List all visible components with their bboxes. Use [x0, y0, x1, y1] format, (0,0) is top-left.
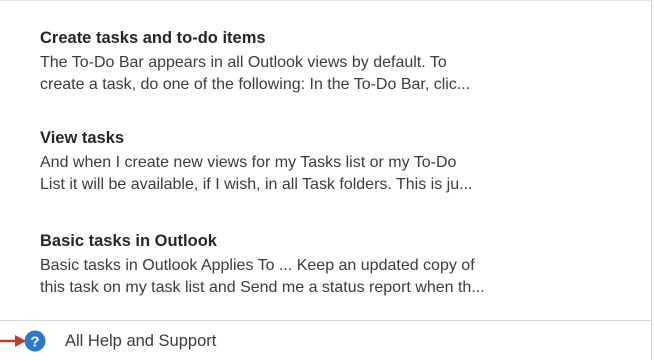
result-title[interactable]: View tasks	[40, 127, 620, 149]
result-title[interactable]: Basic tasks in Outlook	[40, 230, 620, 252]
result-snippet-line: The To-Do Bar appears in all Outlook vie…	[40, 54, 447, 71]
pointer-arrow-annotation	[0, 335, 26, 347]
all-help-and-support-label[interactable]: All Help and Support	[65, 330, 216, 352]
result-snippet-line: And when I create new views for my Tasks…	[40, 154, 457, 171]
all-help-and-support-link[interactable]: ? All Help and Support	[0, 322, 652, 361]
result-snippet: And when I create new views for my Tasks…	[40, 152, 620, 196]
result-snippet-line: List it will be available, if I wish, in…	[40, 176, 473, 193]
result-snippet-line: create a task, do one of the following: …	[40, 76, 471, 93]
svg-text:?: ?	[30, 334, 39, 351]
search-result-item[interactable]: Create tasks and to-do items The To-Do B…	[40, 27, 620, 96]
result-snippet-line: Basic tasks in Outlook Applies To ... Ke…	[40, 257, 475, 274]
result-snippet-line: this task on my task list and Send me a …	[40, 279, 485, 296]
question-circle-icon[interactable]: ?	[24, 330, 46, 352]
help-search-results-panel: Create tasks and to-do items The To-Do B…	[0, 0, 652, 360]
result-snippet: Basic tasks in Outlook Applies To ... Ke…	[40, 255, 620, 299]
divider	[0, 320, 652, 321]
result-snippet: The To-Do Bar appears in all Outlook vie…	[40, 52, 620, 96]
search-result-item[interactable]: View tasks And when I create new views f…	[40, 127, 620, 196]
result-title[interactable]: Create tasks and to-do items	[40, 27, 620, 49]
search-result-item[interactable]: Basic tasks in Outlook Basic tasks in Ou…	[40, 230, 620, 299]
